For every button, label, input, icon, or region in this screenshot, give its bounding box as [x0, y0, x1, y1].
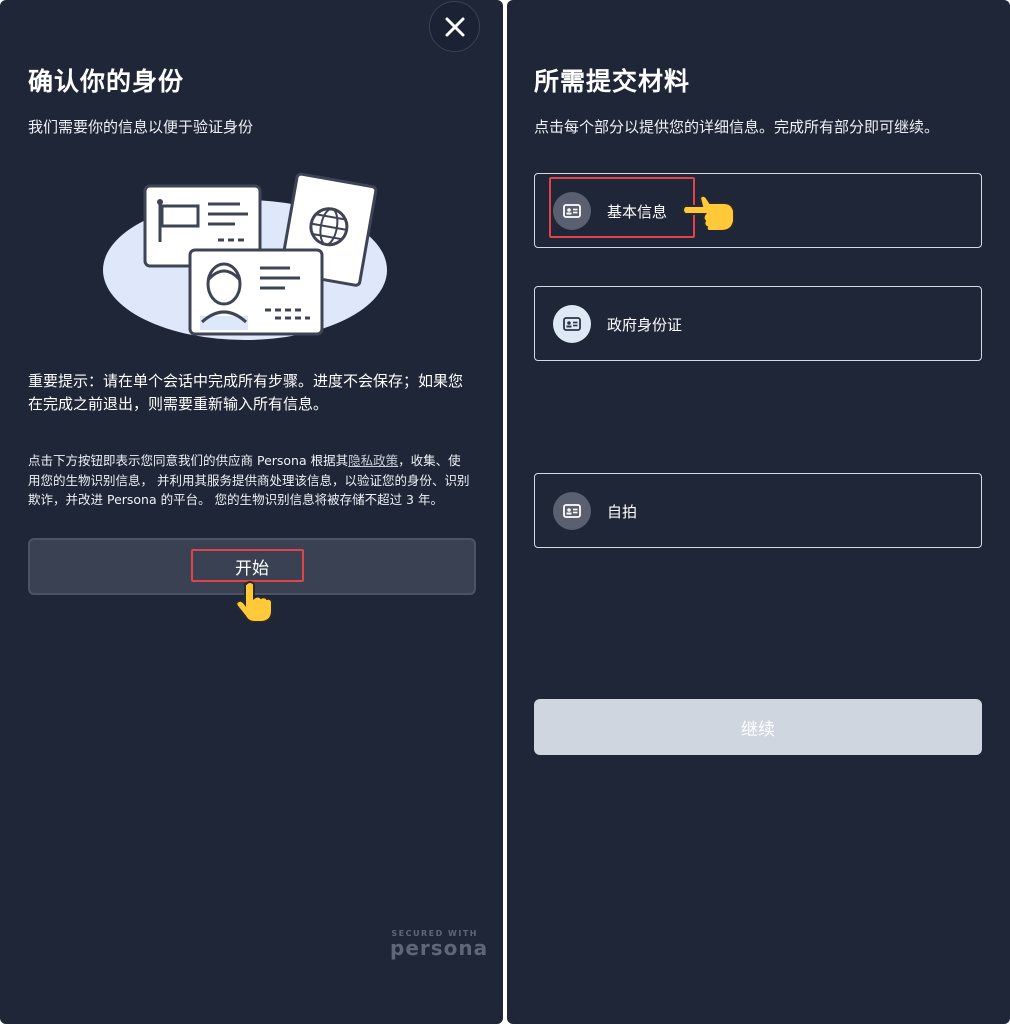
continue-button-label: 继续	[741, 719, 775, 740]
page-title: 确认你的身份	[28, 67, 185, 96]
government-id-card[interactable]: 政府身份证	[534, 286, 982, 361]
selfie-card[interactable]: 自拍	[534, 473, 982, 548]
required-materials-panel: 所需提交材料 点击每个部分以提供您的详细信息。完成所有部分即可继续。 基本信息 …	[507, 0, 1010, 1024]
secured-with-persona: SECURED WITH persona	[390, 929, 489, 960]
id-card-icon	[553, 492, 591, 530]
start-highlight-box	[191, 549, 304, 582]
close-icon	[445, 17, 464, 36]
persona-logo: persona	[390, 936, 489, 960]
card-label: 自拍	[607, 503, 638, 521]
page-subtitle: 点击每个部分以提供您的详细信息。完成所有部分即可继续。	[534, 118, 940, 136]
pointing-hand-icon	[235, 581, 273, 623]
card-label: 政府身份证	[607, 316, 683, 334]
consent-text: 点击下方按钮即表示您同意我们的供应商 Persona 根据其隐私政策，收集、使用…	[28, 451, 473, 510]
identity-intro-panel: 确认你的身份 我们需要你的信息以便于验证身份 重要提示：请在单个会话中完成所有步…	[0, 0, 503, 1024]
page-subtitle: 我们需要你的信息以便于验证身份	[28, 118, 254, 136]
pointing-hand-icon	[682, 194, 735, 230]
continue-button[interactable]: 继续	[534, 699, 982, 755]
privacy-policy-link[interactable]: 隐私政策	[348, 453, 398, 468]
id-card-icon	[553, 305, 591, 343]
close-button[interactable]	[429, 1, 480, 52]
id-documents-illustration	[103, 172, 387, 340]
consent-text-start: 点击下方按钮即表示您同意我们的供应商 Persona 根据其	[28, 453, 349, 468]
basic-info-highlight-box	[549, 177, 695, 238]
page-title: 所需提交材料	[534, 67, 691, 96]
session-notice: 重要提示：请在单个会话中完成所有步骤。进度不会保存；如果您在完成之前退出，则需要…	[28, 372, 464, 413]
